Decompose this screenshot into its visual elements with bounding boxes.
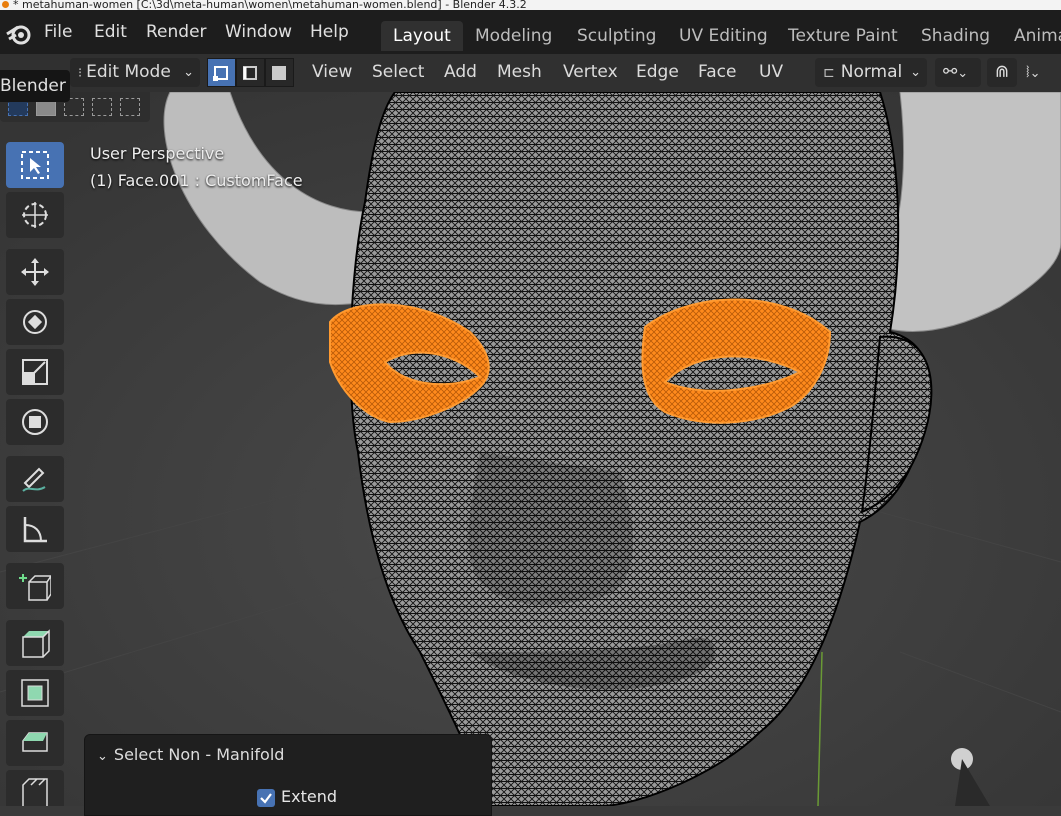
menu-edit[interactable]: Edit: [94, 22, 127, 42]
operator-panel-header[interactable]: ⌄ Select Non - Manifold: [97, 745, 284, 764]
header-menu-mesh[interactable]: Mesh: [489, 58, 550, 87]
loop-cut-tool[interactable]: [6, 770, 64, 806]
bevel-icon: [22, 732, 48, 752]
mode-label: Edit Mode: [86, 62, 171, 82]
edge-select-icon: [243, 66, 257, 80]
magnet-icon: ⋒: [995, 62, 1010, 82]
chevron-down-icon: ⌄: [910, 65, 921, 80]
tab-modeling[interactable]: Modeling: [463, 21, 564, 51]
header-menu-face[interactable]: Face: [690, 58, 744, 87]
inset-icon: [21, 679, 49, 707]
link-icon: ⚯: [943, 62, 958, 82]
3d-viewport[interactable]: User Perspective (1) Face.001 : CustomFa…: [0, 92, 1061, 806]
select-invert-icon[interactable]: [92, 98, 112, 116]
extend-checkbox[interactable]: [257, 789, 275, 807]
rotate-tool[interactable]: [6, 299, 64, 345]
window-title-bar: * metahuman-women [C:\3d\meta-human\wome…: [0, 0, 1061, 10]
menu-file[interactable]: File: [44, 22, 72, 42]
header-menu-select[interactable]: Select: [364, 58, 432, 87]
select-box-icon: [21, 151, 49, 179]
move-icon: [21, 258, 49, 286]
viewport-header: ⁝ Edit Mode ⌄ View Select Add Mesh Vertex…: [0, 54, 1061, 92]
snap-dropdown[interactable]: ⧘⌄: [1018, 58, 1058, 87]
transform-tool[interactable]: [6, 399, 64, 445]
blender-title-icon: [2, 1, 9, 8]
measure-icon: [23, 517, 47, 543]
header-menu-vertex[interactable]: Vertex: [555, 58, 626, 87]
header-menu-add[interactable]: Add: [436, 58, 485, 87]
cursor-tool[interactable]: [6, 192, 64, 238]
chevron-down-icon: ⌄: [97, 749, 108, 764]
face-select-button[interactable]: [265, 58, 294, 87]
vertex-select-button[interactable]: [207, 58, 236, 87]
annotate-icon: [22, 467, 46, 492]
select-box-tool[interactable]: [6, 142, 64, 188]
header-menu-edge[interactable]: Edge: [628, 58, 687, 87]
rotate-icon: [23, 310, 47, 334]
orientation-dropdown[interactable]: ⊏ Normal ⌄: [815, 58, 927, 87]
chevron-down-icon: ⌄: [183, 65, 194, 80]
extrude-icon: [22, 629, 50, 658]
operator-panel[interactable]: ⌄ Select Non - Manifold Extend: [84, 734, 492, 816]
select-intersect-icon[interactable]: [120, 98, 140, 116]
transform-icon: [22, 409, 48, 435]
measure-tool[interactable]: [6, 506, 64, 552]
pivot-dropdown[interactable]: ⚯⌄: [935, 58, 981, 87]
cursor-icon: [22, 202, 48, 228]
scale-tool[interactable]: [6, 349, 64, 395]
bevel-tool[interactable]: [6, 720, 64, 766]
view-name: User Perspective: [90, 144, 225, 163]
nose-shadow: [468, 452, 634, 605]
edge-select-button[interactable]: [236, 58, 265, 87]
inset-tool[interactable]: [6, 670, 64, 716]
menu-window[interactable]: Window: [225, 22, 292, 42]
tab-texture-paint[interactable]: Texture Paint: [776, 21, 910, 51]
header-menu-view[interactable]: View: [304, 58, 360, 87]
extend-label: Extend: [281, 787, 337, 806]
vertex-select-icon: [213, 66, 228, 81]
top-menu-bar: File Edit Render Window Help Layout Mode…: [0, 10, 1061, 54]
mode-dropdown[interactable]: ⁝ Edit Mode ⌄: [70, 58, 200, 87]
loop-cut-icon: [22, 778, 48, 806]
operator-title: Select Non - Manifold: [113, 745, 285, 764]
tab-uv-editing[interactable]: UV Editing: [667, 21, 780, 51]
snap-toggle[interactable]: ⋒: [987, 58, 1017, 87]
tab-sculpting[interactable]: Sculpting: [565, 21, 668, 51]
window-title: * metahuman-women [C:\3d\meta-human\wome…: [13, 0, 527, 10]
move-tool[interactable]: [6, 249, 64, 295]
chevron-down-icon: ⌄: [957, 66, 969, 81]
tab-layout[interactable]: Layout: [381, 21, 463, 51]
orientation-icon: ⊏: [823, 65, 835, 81]
scale-icon: [22, 359, 48, 385]
add-cube-tool[interactable]: [6, 563, 64, 609]
header-menu-uv[interactable]: UV: [751, 58, 791, 87]
chevron-down-icon: ⌄: [1029, 66, 1041, 81]
tooltip: Blender: [0, 70, 70, 102]
annotate-tool[interactable]: [6, 456, 64, 502]
orientation-label: Normal: [840, 62, 903, 82]
menu-render[interactable]: Render: [146, 22, 207, 42]
face-select-icon: [272, 66, 286, 80]
add-cube-icon: [19, 574, 51, 601]
tab-animation[interactable]: Anima: [1002, 21, 1061, 51]
extrude-tool[interactable]: [6, 620, 64, 666]
blender-logo-icon[interactable]: [6, 22, 32, 46]
checkmark-icon: [260, 793, 272, 804]
tab-shading[interactable]: Shading: [909, 21, 1002, 51]
viewport-scene: [0, 92, 1061, 806]
edit-mode-icon: ⁝: [78, 66, 83, 81]
object-info: (1) Face.001 : CustomFace: [90, 171, 303, 190]
menu-help[interactable]: Help: [310, 22, 349, 42]
